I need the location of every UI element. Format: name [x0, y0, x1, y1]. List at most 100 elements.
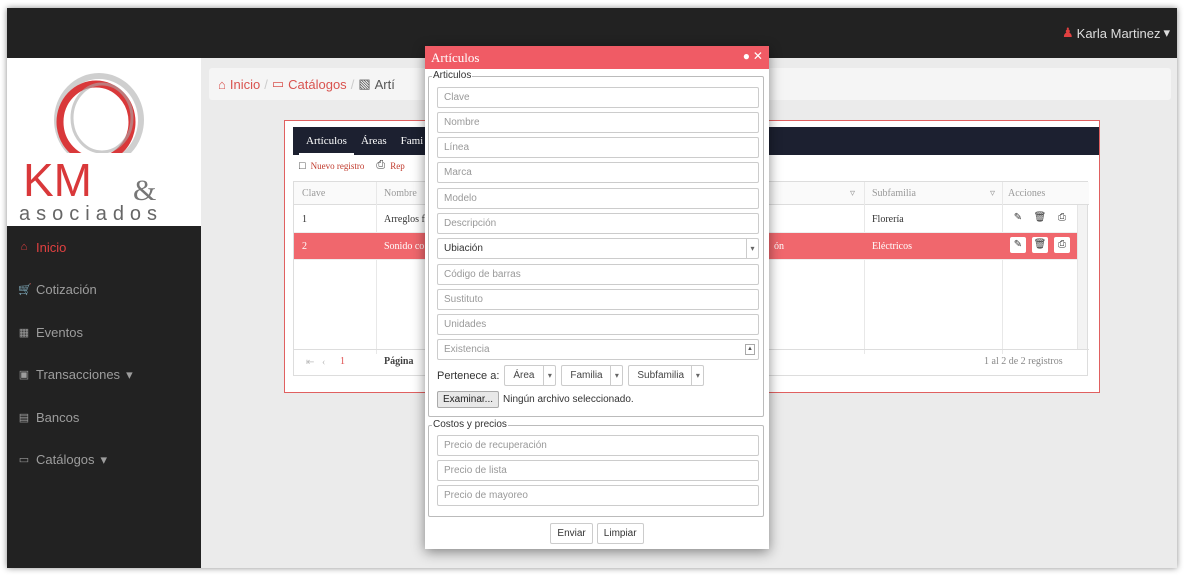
logo-graphic: KM & asociados [19, 73, 162, 225]
sidebar-nav: ⌂ Inicio 🛒 Cotización ▦ Eventos ▣ Transa… [7, 226, 201, 481]
tab-articulos[interactable]: Artículos [299, 127, 354, 155]
submit-button[interactable]: Enviar [550, 523, 593, 544]
sidebar-item-label: Transacciones [36, 367, 121, 383]
modal-footer: Enviar Limpiar [425, 523, 769, 544]
filter-icon[interactable]: ▿ [850, 188, 855, 199]
grid-scrollbar[interactable] [1077, 205, 1087, 350]
print-icon: ⎙ [376, 159, 386, 171]
ubicacion-select[interactable]: Ubiación ▾ [437, 238, 759, 259]
sidebar-item-bancos[interactable]: ▤ Bancos [7, 396, 201, 439]
column-header-nombre[interactable]: Nombre [384, 188, 417, 199]
page-number[interactable]: 1 [340, 356, 345, 367]
caret-down-icon: ▾ [1163, 25, 1170, 40]
home-icon: ⌂ [218, 76, 226, 92]
user-icon: ♟ [1062, 25, 1074, 40]
caret-down-icon: ▾ [126, 366, 133, 382]
first-page-icon[interactable]: ⇤ [306, 357, 314, 368]
delete-icon[interactable]: 🗑 [1032, 237, 1048, 253]
book-icon: ▭ [271, 76, 285, 91]
sidebar-item-cotizacion[interactable]: 🛒 Cotización [7, 269, 201, 312]
modelo-input[interactable]: Modelo [437, 188, 759, 209]
marca-input[interactable]: Marca [437, 162, 759, 183]
column-header-acciones: Acciones [1008, 188, 1046, 199]
filter-icon[interactable]: ▿ [990, 188, 995, 199]
precio-recuperacion-input[interactable]: Precio de recuperación [437, 435, 759, 456]
existencia-placeholder: Existencia [444, 344, 490, 355]
costos-fieldset: Costos y precios Precio de recuperación … [428, 419, 764, 517]
sidebar-item-label: Catálogos [36, 452, 95, 468]
grid-toolbar: □ Nuevo registro ⎙ Rep [299, 159, 405, 172]
sidebar-item-transacciones[interactable]: ▣ Transacciones ▾ [7, 354, 201, 397]
codigo-barras-input[interactable]: Código de barras [437, 264, 759, 285]
clave-input[interactable]: Clave [437, 87, 759, 108]
column-header-clave[interactable]: Clave [302, 188, 325, 199]
existencia-input[interactable]: Existencia ▲ [437, 339, 759, 360]
modal-title: Artículos [431, 49, 480, 65]
report-button[interactable]: ⎙ Rep [376, 159, 404, 172]
calendar-icon: ▦ [18, 326, 30, 339]
descripcion-input[interactable]: Descripción [437, 213, 759, 234]
area-select[interactable]: Área ▾ [504, 365, 557, 386]
tab-areas[interactable]: Áreas [354, 127, 394, 155]
article-modal: Artículos ● ✕ Articulos Clave Nombre Lín… [425, 46, 769, 549]
prev-page-icon[interactable]: ‹ [322, 357, 325, 368]
bank-icon: ▤ [18, 411, 30, 424]
subfamilia-select[interactable]: Subfamilia ▾ [628, 365, 705, 386]
book-icon: ▭ [18, 454, 30, 467]
file-icon: □ [299, 159, 306, 172]
new-record-button[interactable]: □ Nuevo registro [299, 160, 364, 172]
precio-lista-input[interactable]: Precio de lista [437, 460, 759, 481]
sustituto-input[interactable]: Sustituto [437, 289, 759, 310]
chevron-down-icon: ▾ [746, 239, 758, 258]
logo-initials: KM [23, 154, 92, 206]
browse-button[interactable]: Examinar... [437, 391, 500, 408]
familia-value: Familia [570, 370, 603, 381]
column-header-subfamilia[interactable]: Subfamilia [872, 188, 916, 199]
articulos-fieldset: Articulos Clave Nombre Línea Marca Model… [428, 70, 764, 417]
breadcrumb-home[interactable]: Inicio [230, 77, 260, 92]
edit-icon[interactable]: ✎ [1010, 210, 1026, 226]
sidebar-item-label: Cotización [36, 282, 97, 298]
edit-icon[interactable]: ✎ [1010, 237, 1026, 253]
linea-input[interactable]: Línea [437, 137, 759, 158]
nombre-input[interactable]: Nombre [437, 112, 759, 133]
records-count: 1 al 2 de 2 registros [984, 356, 1063, 367]
print-icon[interactable]: ⎙ [1054, 210, 1070, 226]
precio-mayoreo-input[interactable]: Precio de mayoreo [437, 485, 759, 506]
user-menu[interactable]: ♟ Karla Martinez ▾ [1062, 25, 1170, 41]
box-icon: ▧ [358, 76, 371, 91]
new-record-label: Nuevo registro [310, 160, 365, 171]
sidebar-item-label: Bancos [36, 409, 80, 425]
clear-button[interactable]: Limpiar [596, 523, 644, 544]
print-icon[interactable]: ⎙ [1054, 237, 1070, 253]
unidades-input[interactable]: Unidades [437, 314, 759, 335]
chevron-down-icon: ▾ [543, 366, 555, 385]
delete-icon[interactable]: 🗑 [1032, 210, 1048, 226]
breadcrumb-catalogos[interactable]: Catálogos [288, 77, 347, 92]
cart-icon: 🛒 [18, 284, 32, 297]
sidebar-item-catalogos[interactable]: ▭ Catálogos ▾ [7, 439, 201, 482]
fieldset-legend: Articulos [432, 70, 473, 81]
sidebar-item-inicio[interactable]: ⌂ Inicio [7, 226, 201, 269]
number-spinner-icon[interactable]: ▲ [745, 344, 755, 355]
fieldset-legend: Costos y precios [432, 419, 508, 430]
cell-nombre: Sonido co [384, 241, 425, 252]
sidebar-item-label: Eventos [36, 324, 83, 340]
area-value: Área [513, 370, 535, 381]
breadcrumb-separator: / [350, 76, 355, 92]
modal-header[interactable]: Artículos ● ✕ [425, 46, 769, 69]
chevron-down-icon: ▾ [691, 366, 703, 385]
sidebar-item-eventos[interactable]: ▦ Eventos [7, 311, 201, 354]
file-upload: Examinar... Ningún archivo seleccionado. [437, 391, 634, 408]
pertenece-row: Pertenece a: Área ▾ Familia ▾ Subfamilia… [437, 365, 705, 386]
report-label: Rep [390, 160, 405, 171]
ubicacion-value: Ubiación [444, 243, 483, 254]
cell-descripcion: ón [774, 241, 784, 252]
app-window: ♟ Karla Martinez ▾ KM & asociados ⌂ Inic… [7, 8, 1177, 568]
cell-subfamilia: Florería [872, 214, 904, 225]
close-icon[interactable]: ● ✕ [743, 49, 763, 64]
cell-clave: 1 [302, 214, 307, 225]
familia-select[interactable]: Familia ▾ [561, 365, 624, 386]
home-icon: ⌂ [20, 241, 28, 254]
cell-nombre: Arreglos fl [384, 214, 428, 225]
